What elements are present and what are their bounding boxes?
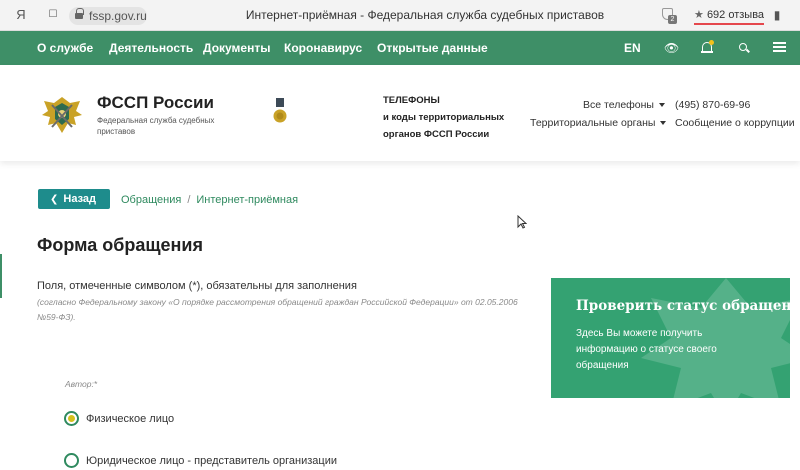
address-bar[interactable]: fssp.gov.ru — [69, 7, 147, 25]
breadcrumb-internet-reception[interactable]: Интернет-приёмная — [196, 194, 298, 206]
nav-item-activity[interactable]: Деятельность — [109, 41, 193, 55]
page-title: Форма обращения — [37, 235, 203, 255]
caret-down-icon — [660, 121, 667, 126]
medal-icon — [273, 98, 287, 123]
menu-icon[interactable] — [773, 42, 786, 52]
nav-item-about[interactable]: О службе — [37, 41, 93, 55]
breadcrumb-appeals[interactable]: Обращения — [121, 194, 181, 206]
required-fields-note: Поля, отмеченные символом (*), обязатель… — [37, 280, 357, 292]
url-text: fssp.gov.ru — [89, 9, 147, 23]
language-switch[interactable]: EN — [624, 41, 641, 55]
author-label: Автор:* — [65, 379, 98, 389]
fssp-emblem-icon[interactable] — [40, 93, 84, 137]
radio-individual-label[interactable]: Физическое лицо — [86, 413, 174, 425]
phones-title[interactable]: ТЕЛЕФОНЫ и коды территориальных органов … — [383, 92, 504, 143]
breadcrumb: Обращения / Интернет-приёмная — [121, 194, 299, 206]
hotline-phone[interactable]: (495) 870-69-96 — [675, 99, 750, 111]
check-status-card[interactable]: Проверить статус обращения Здесь Вы може… — [551, 278, 790, 398]
yandex-icon[interactable]: Я — [14, 8, 28, 22]
bell-icon[interactable] — [701, 40, 714, 55]
status-card-description: Здесь Вы можете получить информацию о ст… — [576, 328, 717, 371]
caret-down-icon — [658, 103, 665, 108]
browser-toolbar: Я ☐ fssp.gov.ru Интернет-приёмная - Феде… — [0, 0, 800, 31]
site-subtitle: Федеральная служба судебных приставов — [97, 116, 215, 136]
padlock-icon — [75, 8, 84, 20]
site-name[interactable]: ФССП России — [97, 93, 214, 113]
main-nav: О службе Деятельность Документы Коронави… — [0, 31, 800, 65]
search-icon[interactable] — [739, 43, 747, 51]
star-icon: ★ — [694, 9, 704, 21]
radio-legal-entity[interactable] — [64, 453, 79, 468]
nav-item-documents[interactable]: Документы — [203, 41, 270, 55]
corruption-report-link[interactable]: Сообщение о коррупции — [675, 117, 795, 129]
nav-item-coronavirus[interactable]: Коронавирус — [284, 41, 362, 55]
law-reference-note: (согласно Федеральному закону «О порядке… — [37, 297, 518, 322]
accessibility-eye-icon[interactable]: 👁 — [664, 41, 679, 55]
radio-legal-entity-label[interactable]: Юридическое лицо - представитель организ… — [86, 455, 337, 467]
lock-icon: ☐ — [48, 9, 58, 20]
bookmark-icon[interactable]: ▮ — [770, 8, 784, 22]
back-button[interactable]: ❮ Назад — [38, 189, 110, 209]
protect-shield-icon[interactable]: 2 — [662, 8, 677, 24]
browser-page-title: Интернет-приёмная - Федеральная служба с… — [245, 8, 605, 22]
reviews-badge[interactable]: ★ 692 отзыва — [694, 8, 765, 25]
mouse-cursor-icon — [517, 215, 527, 229]
all-phones-dropdown[interactable]: Все телефоны — [583, 99, 665, 111]
chevron-left-icon: ❮ — [50, 194, 59, 205]
nav-item-open-data[interactable]: Открытые данные — [377, 41, 488, 55]
status-card-title: Проверить статус обращения — [576, 298, 790, 314]
side-marker — [0, 254, 2, 298]
radio-individual[interactable] — [64, 411, 79, 426]
territorial-dropdown[interactable]: Территориальные органы — [530, 117, 667, 129]
